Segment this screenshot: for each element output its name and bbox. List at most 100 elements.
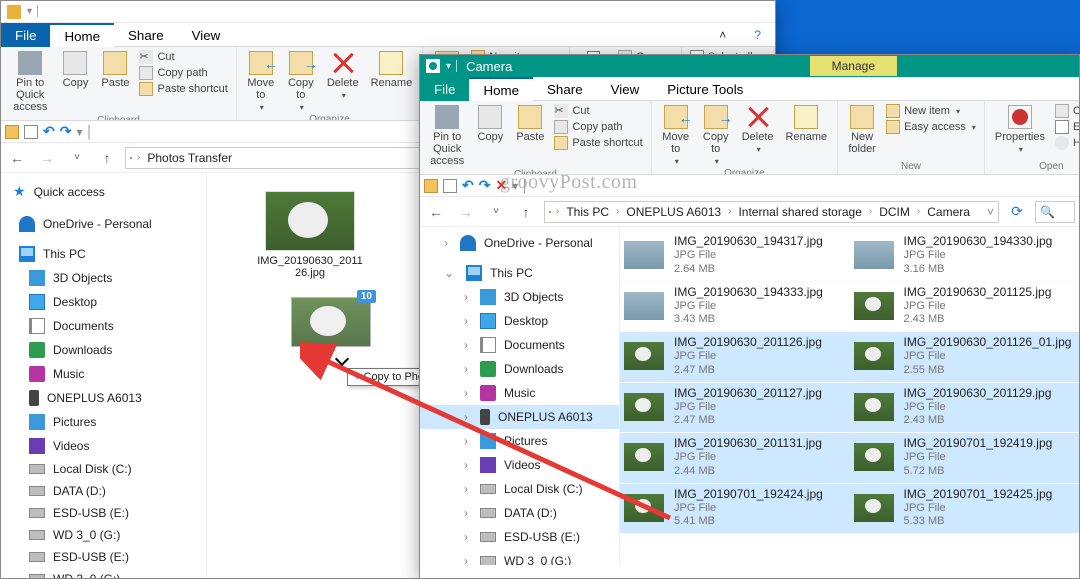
paste-button[interactable]: Paste <box>512 103 548 145</box>
new-item-button[interactable]: New item▾ <box>884 103 978 119</box>
tab-share[interactable]: Share <box>533 77 597 101</box>
nav-item[interactable]: ›Pictures <box>420 429 619 453</box>
nav-item[interactable]: ›DATA (D:) <box>420 501 619 525</box>
nav-forward-button[interactable]: → <box>454 200 478 224</box>
nav-up-button[interactable]: ↑ <box>514 200 538 224</box>
undo-icon[interactable]: ↶ <box>462 177 474 194</box>
delete-button[interactable]: Delete▾ <box>738 103 778 156</box>
nav-item[interactable]: ›Music <box>420 381 619 405</box>
file-item[interactable]: IMG_20190630_201125.jpgJPG File2.43 MB <box>850 282 1080 333</box>
file-item[interactable]: IMG_20190630_201126_01.jpgJPG File2.55 M… <box>850 332 1080 383</box>
nav-item[interactable]: Pictures <box>1 410 206 434</box>
nav-item[interactable]: ONEPLUS A6013 <box>1 386 206 410</box>
copy-button[interactable]: Copy <box>472 103 508 145</box>
move-to-button[interactable]: Move to▾ <box>243 49 279 114</box>
tab-file[interactable]: File <box>1 23 50 47</box>
pin-quick-access-button[interactable]: Pin to Quick access <box>7 49 53 115</box>
paste-shortcut-button[interactable]: Paste shortcut <box>552 135 644 151</box>
breadcrumb-item[interactable]: ONEPLUS A6013 <box>624 205 723 219</box>
file-item[interactable]: IMG_20190630_201126.jpgJPG File2.47 MB <box>620 332 850 383</box>
nav-item[interactable]: ›Desktop <box>420 309 619 333</box>
properties-button[interactable]: Properties▾ <box>991 103 1049 156</box>
address-bar[interactable]: › This PC› ONEPLUS A6013› Internal share… <box>544 201 999 223</box>
nav-item[interactable]: Desktop <box>1 290 206 314</box>
file-item[interactable]: IMG_20190701_192425.jpgJPG File5.33 MB <box>850 484 1080 535</box>
nav-item[interactable]: Local Disk (C:) <box>1 458 206 480</box>
file-item[interactable]: IMG_20190630_201129.jpgJPG File2.43 MB <box>850 383 1080 434</box>
edit-button[interactable]: Edit <box>1053 119 1079 135</box>
search-box[interactable]: 🔍 <box>1035 201 1075 223</box>
redo-icon[interactable]: ↷ <box>479 177 491 194</box>
nav-item[interactable]: ESD-USB (E:) <box>1 502 206 524</box>
file-item[interactable]: IMG_20190630_201131.jpgJPG File2.44 MB <box>620 433 850 484</box>
nav-onedrive[interactable]: OneDrive - Personal <box>1 212 206 236</box>
file-item[interactable]: IMG_20190701_192424.jpgJPG File5.41 MB <box>620 484 850 535</box>
new-folder-button[interactable]: New folder <box>844 103 880 157</box>
copy-to-button[interactable]: Copy to▾ <box>283 49 319 114</box>
tab-view[interactable]: View <box>178 23 235 47</box>
nav-item[interactable]: Documents <box>1 314 206 338</box>
file-area[interactable]: IMG_20190630_194317.jpgJPG File2.64 MBIM… <box>620 227 1079 565</box>
breadcrumb-item[interactable]: Internal shared storage <box>736 205 863 219</box>
nav-item[interactable]: ›Downloads <box>420 357 619 381</box>
file-item[interactable]: IMG_20190630_194333.jpgJPG File3.43 MB <box>620 282 850 333</box>
nav-item[interactable]: ›Documents <box>420 333 619 357</box>
tab-home[interactable]: Home <box>50 23 114 47</box>
refresh-button[interactable]: ⟳ <box>1005 200 1029 224</box>
open-button[interactable]: Open▾ <box>1053 103 1079 119</box>
breadcrumb-item[interactable]: Camera <box>925 205 972 219</box>
nav-back-button[interactable]: ← <box>5 146 29 170</box>
copy-to-button[interactable]: Copy to▾ <box>698 103 734 168</box>
save-icon[interactable] <box>443 179 457 193</box>
titlebar[interactable]: ▾ │ <box>1 1 775 23</box>
nav-back-button[interactable]: ← <box>424 200 448 224</box>
nav-item[interactable]: Videos <box>1 434 206 458</box>
nav-item[interactable]: Downloads <box>1 338 206 362</box>
copy-path-button[interactable]: Copy path <box>552 119 644 135</box>
tab-home[interactable]: Home <box>469 77 533 101</box>
nav-item[interactable]: ›Videos <box>420 453 619 477</box>
nav-history-button[interactable]: ˅ <box>484 200 508 224</box>
help-icon[interactable]: ? <box>740 23 775 47</box>
move-to-button[interactable]: Move to▾ <box>658 103 694 168</box>
nav-this-pc[interactable]: ⌄This PC <box>420 261 619 285</box>
nav-up-button[interactable]: ↑ <box>95 146 119 170</box>
nav-item[interactable]: DATA (D:) <box>1 480 206 502</box>
paste-button[interactable]: Paste <box>97 49 133 91</box>
tab-share[interactable]: Share <box>114 23 178 47</box>
nav-item[interactable]: ›ESD-USB (E:) <box>420 525 619 549</box>
pin-quick-access-button[interactable]: Pin to Quick access <box>426 103 468 169</box>
copy-path-button[interactable]: Copy path <box>137 65 229 81</box>
nav-item[interactable]: Music <box>1 362 206 386</box>
manage-tab-header[interactable]: Manage <box>810 56 897 76</box>
tab-file[interactable]: File <box>420 77 469 101</box>
nav-onedrive[interactable]: ›OneDrive - Personal <box>420 231 619 255</box>
nav-pane[interactable]: ›OneDrive - Personal ⌄This PC ›3D Object… <box>420 227 620 565</box>
nav-item[interactable]: ›3D Objects <box>420 285 619 309</box>
nav-this-pc[interactable]: This PC <box>1 242 206 266</box>
nav-pane[interactable]: ★Quick access OneDrive - Personal This P… <box>1 173 207 578</box>
nav-forward-button[interactable]: → <box>35 146 59 170</box>
paste-shortcut-button[interactable]: Paste shortcut <box>137 81 229 97</box>
breadcrumb-item[interactable]: DCIM <box>877 205 912 219</box>
titlebar[interactable]: ▾ │ Camera Manage <box>420 55 1079 77</box>
easy-access-button[interactable]: Easy access▾ <box>884 119 978 135</box>
tab-view[interactable]: View <box>597 77 654 101</box>
quick-access-header[interactable]: ★Quick access <box>1 177 206 206</box>
copy-button[interactable]: Copy <box>57 49 93 91</box>
file-item[interactable]: IMG_20190630_194317.jpgJPG File2.64 MB <box>620 231 850 282</box>
delete-button[interactable]: Delete▾ <box>323 49 363 102</box>
redo-icon[interactable]: ↷ <box>60 123 72 140</box>
tab-picture-tools[interactable]: Picture Tools <box>653 77 757 101</box>
undo-icon[interactable]: ↶ <box>43 123 55 140</box>
nav-item[interactable]: 3D Objects <box>1 266 206 290</box>
nav-item[interactable]: ›Local Disk (C:) <box>420 477 619 501</box>
save-icon[interactable] <box>24 125 38 139</box>
nav-history-button[interactable]: ˅ <box>65 146 89 170</box>
breadcrumb-item[interactable]: This PC <box>564 205 611 219</box>
rename-button[interactable]: Rename <box>367 49 417 91</box>
nav-item[interactable]: WD 3_0 (G:) <box>1 524 206 546</box>
rename-button[interactable]: Rename <box>782 103 832 145</box>
file-item[interactable]: IMG_20190630_194330.jpgJPG File3.16 MB <box>850 231 1080 282</box>
ribbon-collapse-icon[interactable]: ˄ <box>705 23 740 47</box>
